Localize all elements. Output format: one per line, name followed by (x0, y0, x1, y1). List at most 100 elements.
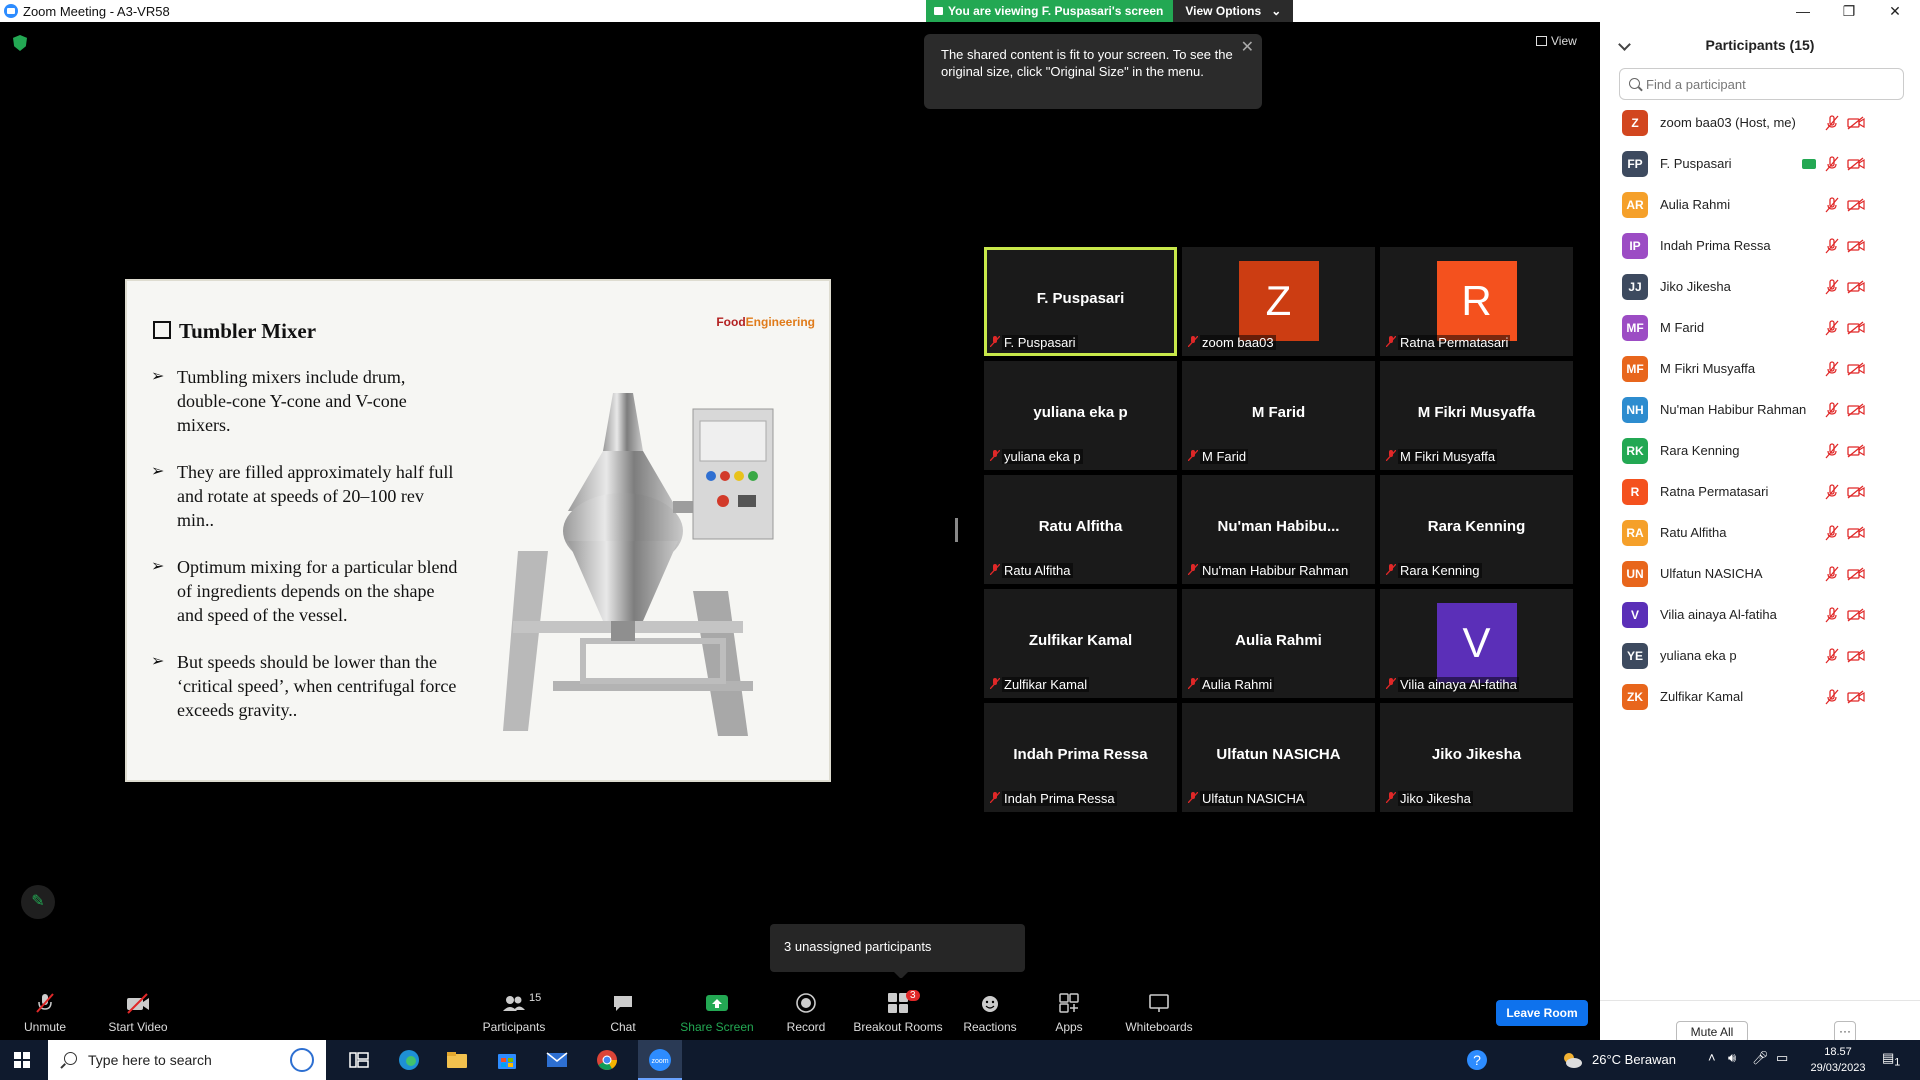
file-explorer-icon[interactable] (445, 1048, 469, 1072)
participant-row[interactable]: NH Nu'man Habibur Rahman (1600, 389, 1920, 430)
participant-row[interactable]: JJ Jiko Jikesha (1600, 266, 1920, 307)
tooltip-close-button[interactable]: ✕ (1241, 39, 1254, 56)
muted-mic-icon[interactable] (1825, 401, 1839, 418)
video-off-icon[interactable] (1847, 156, 1865, 171)
video-tile[interactable]: Rara Kenning Rara Kenning (1380, 475, 1573, 584)
muted-mic-icon[interactable] (1825, 442, 1839, 459)
video-off-icon[interactable] (1847, 648, 1865, 663)
windows-start-icon[interactable] (14, 1052, 30, 1068)
participant-row[interactable]: RA Ratu Alfitha (1600, 512, 1920, 553)
task-view-icon[interactable] (347, 1048, 371, 1072)
video-off-icon[interactable] (1847, 115, 1865, 130)
microsoft-store-icon[interactable] (495, 1048, 519, 1072)
annotate-pencil-icon[interactable]: ✎ (21, 885, 55, 919)
video-off-icon[interactable] (1847, 689, 1865, 704)
share-screen-button[interactable]: Share Screen (672, 978, 762, 1034)
minimize-button[interactable]: — (1780, 0, 1826, 22)
weather-text[interactable]: 26°C Berawan (1592, 1052, 1676, 1067)
video-tile[interactable]: Ulfatun NASICHA Ulfatun NASICHA (1182, 703, 1375, 812)
video-off-icon[interactable] (1847, 525, 1865, 540)
unassigned-participants-tooltip[interactable]: 3 unassigned participants (770, 924, 1025, 979)
muted-mic-icon[interactable] (1825, 647, 1839, 664)
muted-mic-icon[interactable] (1825, 278, 1839, 295)
participants-button[interactable]: 15 Participants (469, 978, 559, 1034)
muted-mic-icon[interactable] (1825, 524, 1839, 541)
split-divider-handle[interactable] (955, 518, 958, 542)
muted-mic-icon[interactable] (1825, 360, 1839, 377)
reactions-button[interactable]: Reactions (945, 978, 1035, 1034)
muted-mic-icon[interactable] (1825, 606, 1839, 623)
participant-row[interactable]: R Ratna Permatasari (1600, 471, 1920, 512)
participant-row[interactable]: ZK Zulfikar Kamal (1600, 676, 1920, 717)
muted-mic-icon[interactable] (1825, 565, 1839, 582)
video-off-icon[interactable] (1847, 484, 1865, 499)
collapse-panel-chevron-icon[interactable] (1620, 22, 1629, 68)
video-tile[interactable]: Indah Prima Ressa Indah Prima Ressa (984, 703, 1177, 812)
video-off-icon[interactable] (1847, 566, 1865, 581)
notifications-icon[interactable]: ▤1 (1882, 1050, 1900, 1069)
video-tile[interactable]: Nu'man Habibu... Nu'man Habibur Rahman (1182, 475, 1375, 584)
muted-mic-icon[interactable] (1825, 114, 1839, 131)
participant-row[interactable]: UN Ulfatun NASICHA (1600, 553, 1920, 594)
participant-row[interactable]: V Vilia ainaya Al-fatiha (1600, 594, 1920, 635)
breakout-rooms-button[interactable]: 3 Breakout Rooms (853, 978, 943, 1034)
video-off-icon[interactable] (1847, 238, 1865, 253)
close-window-button[interactable]: ✕ (1872, 0, 1918, 22)
video-tile[interactable]: Jiko Jikesha Jiko Jikesha (1380, 703, 1573, 812)
video-off-icon[interactable] (1847, 279, 1865, 294)
taskbar-search-input[interactable]: Type here to search (48, 1040, 326, 1080)
video-tile[interactable]: Aulia Rahmi Aulia Rahmi (1182, 589, 1375, 698)
whiteboards-button[interactable]: Whiteboards (1114, 978, 1204, 1034)
video-tile[interactable]: Ratu Alfitha Ratu Alfitha (984, 475, 1177, 584)
video-off-icon[interactable] (1847, 443, 1865, 458)
video-off-icon[interactable] (1847, 607, 1865, 622)
participant-row[interactable]: MF M Farid (1600, 307, 1920, 348)
participant-row[interactable]: YE yuliana eka p (1600, 635, 1920, 676)
taskbar-clock[interactable]: 18.57 29/03/2023 (1798, 1044, 1878, 1076)
video-tile[interactable]: Z zoom baa03 (1182, 247, 1375, 356)
video-tile[interactable]: R Ratna Permatasari (1380, 247, 1573, 356)
unmute-button[interactable]: Unmute (0, 978, 90, 1034)
help-icon[interactable]: ? (1465, 1048, 1489, 1072)
video-tile[interactable]: Zulfikar Kamal Zulfikar Kamal (984, 589, 1177, 698)
network-icon[interactable]: ▭ (1776, 1050, 1788, 1066)
muted-mic-icon[interactable] (1825, 319, 1839, 336)
bing-icon[interactable] (290, 1048, 314, 1072)
participant-row[interactable]: AR Aulia Rahmi (1600, 184, 1920, 225)
participant-search-input[interactable]: Find a participant (1619, 68, 1904, 100)
muted-mic-icon[interactable] (1825, 483, 1839, 500)
edge-browser-icon[interactable] (397, 1048, 421, 1072)
video-off-icon[interactable] (1847, 197, 1865, 212)
leave-room-button[interactable]: Leave Room (1496, 1000, 1588, 1026)
video-off-icon[interactable] (1847, 402, 1865, 417)
participant-row[interactable]: FP F. Puspasari (1600, 143, 1920, 184)
participant-row[interactable]: MF M Fikri Musyaffa (1600, 348, 1920, 389)
muted-mic-icon[interactable] (1825, 688, 1839, 705)
video-off-icon[interactable] (1847, 361, 1865, 376)
view-options-button[interactable]: View Options ⌄ (1173, 0, 1294, 22)
video-off-icon[interactable] (1847, 320, 1865, 335)
apps-button[interactable]: Apps (1024, 978, 1114, 1034)
video-tile[interactable]: F. Puspasari F. Puspasari (984, 247, 1177, 356)
volume-icon[interactable]: 🔊︎ (1728, 1050, 1736, 1066)
muted-mic-icon[interactable] (1825, 155, 1839, 172)
muted-mic-icon[interactable] (1825, 196, 1839, 213)
record-button[interactable]: Record (761, 978, 851, 1034)
chrome-icon[interactable] (595, 1048, 619, 1072)
chat-button[interactable]: Chat (578, 978, 668, 1034)
view-layout-button[interactable]: View (1536, 34, 1577, 48)
mail-icon[interactable] (545, 1048, 569, 1072)
zoom-taskbar-button[interactable]: zoom (638, 1040, 682, 1080)
restore-button[interactable]: ❐ (1826, 0, 1872, 22)
participant-row[interactable]: RK Rara Kenning (1600, 430, 1920, 471)
muted-mic-icon[interactable] (1825, 237, 1839, 254)
video-tile[interactable]: V Vilia ainaya Al-fatiha (1380, 589, 1573, 698)
video-tile[interactable]: yuliana eka p yuliana eka p (984, 361, 1177, 470)
start-video-button[interactable]: Start Video (93, 978, 183, 1034)
microphone-icon[interactable]: 🎤︎ (1752, 1050, 1769, 1066)
participant-row[interactable]: IP Indah Prima Ressa (1600, 225, 1920, 266)
video-tile[interactable]: M Fikri Musyaffa M Fikri Musyaffa (1380, 361, 1573, 470)
security-shield-icon[interactable] (13, 35, 27, 51)
tray-overflow-chevron-icon[interactable]: ˄ (1708, 1050, 1716, 1065)
participant-row[interactable]: Z zoom baa03 (Host, me) (1600, 102, 1920, 143)
